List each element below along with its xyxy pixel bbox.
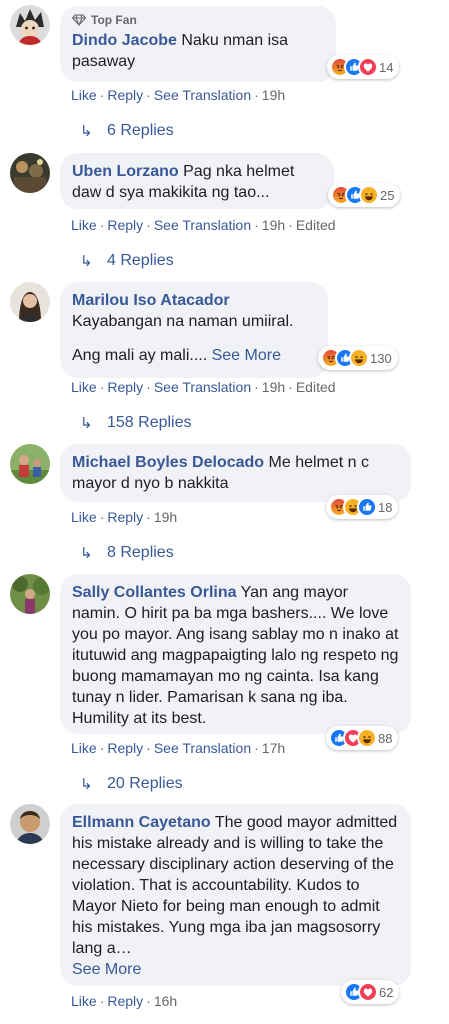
avatar[interactable] [10,804,50,844]
reply-arrow-icon: ↳ [80,545,93,562]
comment-actions: Like · Reply · 19h [71,509,178,525]
comment-text: Yan ang mayor namin. O hirit pa ba mga b… [72,584,399,727]
reply-link[interactable]: Reply [107,509,143,525]
reaction-count: 25 [380,187,395,203]
author-name[interactable]: Ellmann Cayetano [72,814,211,831]
comment-bubble: Marilou Iso Atacador Kayabangan na naman… [60,282,328,378]
reaction-summary[interactable]: 18 [326,495,399,519]
comment-bubble: Uben Lorzano Pag nka helmet daw d sya ma… [60,153,334,209]
avatar[interactable] [10,5,50,45]
comment-actions: Like · Reply · See Translation · 19h · Edited [71,379,336,395]
replies-count[interactable]: 158 Replies [107,414,192,432]
view-replies-link[interactable]: ↳ 6 Replies [80,122,174,140]
author-name[interactable]: Marilou Iso Atacador [72,290,316,311]
see-more-link[interactable]: See More [212,347,281,364]
reply-link[interactable]: Reply [107,379,143,395]
author-name[interactable]: Sally Collantes Orlina [72,584,237,601]
reply-arrow-icon: ↳ [80,123,93,140]
like-link[interactable]: Like [71,87,97,103]
haha-reaction-icon [357,728,377,748]
comment-actions: Like · Reply · See Translation · 19h [71,87,286,103]
like-link[interactable]: Like [71,509,97,525]
view-replies-link[interactable]: ↳ 20 Replies [80,775,183,793]
comment-text-truncated: Ang mali ay mali.... [72,347,208,364]
reaction-summary[interactable]: 130 [318,346,398,370]
view-replies-link[interactable]: ↳ 8 Replies [80,544,174,562]
like-link[interactable]: Like [71,379,97,395]
love-reaction-icon [358,982,378,1002]
diamond-icon [72,14,86,26]
replies-count[interactable]: 20 Replies [107,775,183,793]
see-translation-link[interactable]: See Translation [154,740,251,756]
author-name[interactable]: Michael Boyles Delocado [72,454,264,471]
reaction-count: 130 [370,350,392,366]
see-translation-link[interactable]: See Translation [154,379,251,395]
reaction-count: 14 [379,59,394,75]
reaction-summary[interactable]: 62 [341,980,400,1004]
like-reaction-icon [357,497,377,517]
reply-arrow-icon: ↳ [80,415,93,432]
reply-arrow-icon: ↳ [80,776,93,793]
haha-reaction-icon [359,185,379,205]
edited-label: Edited [295,379,336,395]
reply-arrow-icon: ↳ [80,253,93,270]
view-replies-link[interactable]: ↳ 4 Replies [80,252,174,270]
author-name[interactable]: Dindo Jacobe [72,32,177,49]
see-translation-link[interactable]: See Translation [154,217,251,233]
like-link[interactable]: Like [71,217,97,233]
reply-link[interactable]: Reply [107,217,143,233]
comment-bubble: Michael Boyles Delocado Me helmet n c ma… [60,444,411,502]
like-link[interactable]: Like [71,993,97,1009]
see-translation-link[interactable]: See Translation [154,87,251,103]
view-replies-link[interactable]: ↳ 158 Replies [80,414,192,432]
comment-actions: Like · Reply · 16h [71,993,178,1009]
reaction-count: 18 [378,499,393,515]
replies-count[interactable]: 4 Replies [107,252,174,270]
timestamp[interactable]: 19h [262,379,285,395]
reaction-count: 88 [378,730,393,746]
timestamp[interactable]: 19h [262,217,285,233]
timestamp[interactable]: 19h [262,87,285,103]
avatar[interactable] [10,444,50,484]
timestamp[interactable]: 16h [154,993,177,1009]
timestamp[interactable]: 17h [262,740,285,756]
see-more-link[interactable]: See More [72,959,399,980]
replies-count[interactable]: 6 Replies [107,122,174,140]
reaction-summary[interactable]: 25 [328,183,401,207]
comment-actions: Like · Reply · See Translation · 19h · Edited [71,217,336,233]
avatar[interactable] [10,574,50,614]
comment-actions: Like · Reply · See Translation · 17h [71,740,286,756]
reply-link[interactable]: Reply [107,87,143,103]
like-link[interactable]: Like [71,740,97,756]
reaction-summary[interactable]: 88 [326,726,399,750]
top-fan-badge: Top Fan [72,12,324,28]
author-name[interactable]: Uben Lorzano [72,163,179,180]
timestamp[interactable]: 19h [154,509,177,525]
comment-bubble: Ellmann Cayetano The good mayor admitted… [60,804,411,986]
reaction-summary[interactable]: 14 [327,55,400,79]
top-fan-label: Top Fan [91,13,137,27]
edited-label: Edited [295,217,336,233]
love-reaction-icon [358,57,378,77]
replies-count[interactable]: 8 Replies [107,544,174,562]
comment-text: The good mayor admitted his mistake alre… [72,814,398,957]
comment-text: Kayabangan na naman umiiral. [72,313,294,330]
reply-link[interactable]: Reply [107,740,143,756]
avatar[interactable] [10,282,50,322]
comment-bubble: Top Fan Dindo Jacobe Naku nman isa pasaw… [60,6,336,82]
reply-link[interactable]: Reply [107,993,143,1009]
comment-bubble: Sally Collantes Orlina Yan ang mayor nam… [60,574,411,734]
avatar[interactable] [10,153,50,193]
haha-reaction-icon [349,348,369,368]
reaction-count: 62 [379,984,394,1000]
